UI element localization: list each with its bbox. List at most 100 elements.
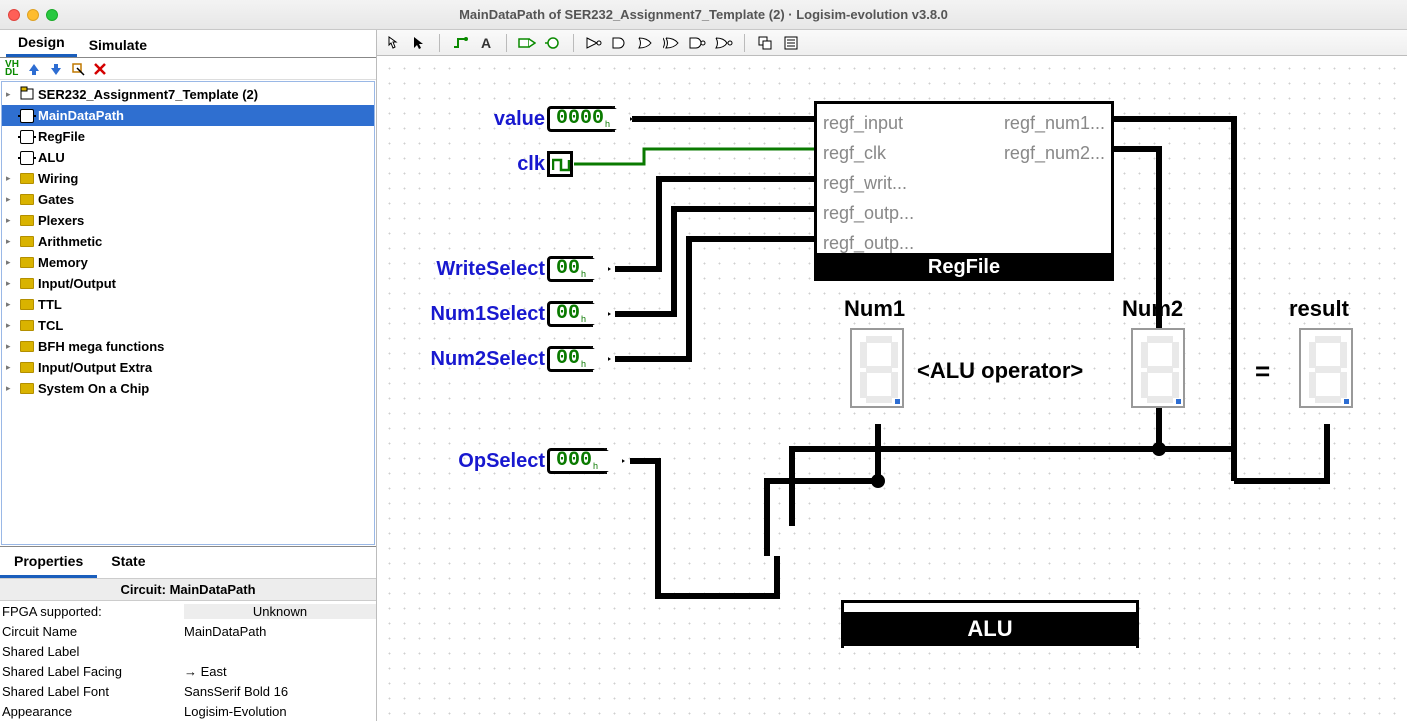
pin-writeselect[interactable]: 00h [547,256,593,282]
regfile-port-label: regf_input [823,108,914,138]
duplicate-icon[interactable] [755,33,775,53]
tree-lib-label: System On a Chip [38,381,149,396]
tree-lib-label: Wiring [38,171,78,186]
pin-clk[interactable] [547,151,573,177]
nand-gate-icon[interactable] [688,33,708,53]
tree-lib-label: Input/Output [38,276,116,291]
tree-lib-row[interactable]: ▸Gates [2,189,374,210]
tab-state[interactable]: State [97,547,159,578]
prop-row[interactable]: AppearanceLogisim-Evolution [0,701,376,721]
arrow-up-icon[interactable] [26,61,42,77]
prop-key: Circuit Name [0,624,184,639]
tab-properties[interactable]: Properties [0,547,97,578]
folder-icon [20,278,34,289]
prop-row[interactable]: Shared Label FontSansSerif Bold 16 [0,681,376,701]
output-pin-icon[interactable] [543,33,563,53]
pin-sub: h [581,269,586,279]
prop-row[interactable]: Shared Label [0,641,376,661]
regfile-component[interactable]: regf_input regf_clk regf_writ... regf_ou… [814,101,1114,256]
seg7-num1[interactable] [850,328,904,408]
window-maximize-button[interactable] [46,9,58,21]
tree-lib-row[interactable]: ▸System On a Chip [2,378,374,399]
tree-lib-row[interactable]: ▸Plexers [2,210,374,231]
window-minimize-button[interactable] [27,9,39,21]
folder-icon [20,173,34,184]
sidebar: Design Simulate VHDL ▸ SER232_Assignment… [0,30,377,721]
tree-project-row[interactable]: ▸ SER232_Assignment7_Template (2) [2,84,374,105]
prop-value: → East [184,664,376,679]
text-tool-icon[interactable]: A [476,33,496,53]
window-title: MainDataPath of SER232_Assignment7_Templ… [0,7,1407,22]
pin-clk-label: clk [517,153,545,176]
tab-design[interactable]: Design [6,30,77,57]
folder-icon [20,215,34,226]
tree-lib-row[interactable]: ▸Memory [2,252,374,273]
equals-label: = [1255,356,1270,387]
component-tree[interactable]: ▸ SER232_Assignment7_Template (2) MainDa… [1,81,375,545]
tree-lib-label: TTL [38,297,62,312]
vhdl-icon[interactable]: VHDL [4,61,20,77]
or-gate-icon[interactable] [636,33,656,53]
circuit-icon [20,109,34,123]
folder-icon [20,257,34,268]
pin-opselect-label: OpSelect [458,450,545,473]
pin-num1select[interactable]: 00h [547,301,593,327]
project-icon [20,86,34,103]
tree-lib-label: TCL [38,318,63,333]
edit-icon[interactable] [70,61,86,77]
prop-key: Shared Label Facing [0,664,184,679]
tree-lib-row[interactable]: ▸TTL [2,294,374,315]
pin-value-label: value [494,108,545,131]
tree-lib-row[interactable]: ▸Arithmetic [2,231,374,252]
tab-simulate[interactable]: Simulate [77,33,159,57]
regfile-port-label: regf_clk [823,138,914,168]
seg7-result[interactable] [1299,328,1353,408]
regfile-left-ports: regf_input regf_clk regf_writ... regf_ou… [823,108,914,258]
tree-lib-row[interactable]: ▸Wiring [2,168,374,189]
menu-tool-icon[interactable] [781,33,801,53]
pin-opselect[interactable]: 000h [547,448,607,474]
folder-icon [20,236,34,247]
tree-lib-label: BFH mega functions [38,339,164,354]
prop-row[interactable]: Shared Label Facing→ East [0,661,376,681]
pin-num2select[interactable]: 00h [547,346,593,372]
wire-tool-icon[interactable] [450,33,470,53]
alu-name: ALU [841,612,1139,646]
regfile-right-ports: regf_num1... regf_num2... [1004,108,1105,168]
tree-circuit-row-regfile[interactable]: RegFile [2,126,374,147]
tree-item-label: MainDataPath [38,108,124,123]
folder-icon [20,341,34,352]
tree-lib-row[interactable]: ▸Input/Output [2,273,374,294]
tree-lib-row[interactable]: ▸Input/Output Extra [2,357,374,378]
input-pin-icon[interactable] [517,33,537,53]
tree-lib-label: Memory [38,255,88,270]
prop-row[interactable]: Circuit NameMainDataPath [0,621,376,641]
folder-icon [20,362,34,373]
sidebar-tabs: Design Simulate [0,30,376,58]
pin-sub: h [581,314,586,324]
titlebar: MainDataPath of SER232_Assignment7_Templ… [0,0,1407,30]
tree-lib-row[interactable]: ▸TCL [2,315,374,336]
delete-icon[interactable] [92,61,108,77]
and-gate-icon[interactable] [610,33,630,53]
pin-value-value: 0000 [556,109,604,129]
arrow-down-icon[interactable] [48,61,64,77]
tree-lib-row[interactable]: ▸BFH mega functions [2,336,374,357]
circuit-icon [20,130,34,144]
pin-value[interactable]: 0000h [547,106,615,132]
not-gate-icon[interactable] [584,33,604,53]
window-close-button[interactable] [8,9,20,21]
prop-key: Shared Label Font [0,684,184,699]
seg7-num2[interactable] [1131,328,1185,408]
tree-lib-label: Plexers [38,213,84,228]
pin-sub: h [581,359,586,369]
xor-gate-icon[interactable] [662,33,682,53]
nor-gate-icon[interactable] [714,33,734,53]
circuit-canvas[interactable]: value 0000h clk WriteSelect 00h Num1Sele… [377,56,1407,721]
prop-row[interactable]: FPGA supported:Unknown [0,601,376,621]
tree-circuit-row-maindatapath[interactable]: MainDataPath [2,105,374,126]
pin-num2select-label: Num2Select [431,348,546,371]
select-tool-icon[interactable] [409,33,429,53]
poke-tool-icon[interactable] [383,33,403,53]
tree-circuit-row-alu[interactable]: ALU [2,147,374,168]
